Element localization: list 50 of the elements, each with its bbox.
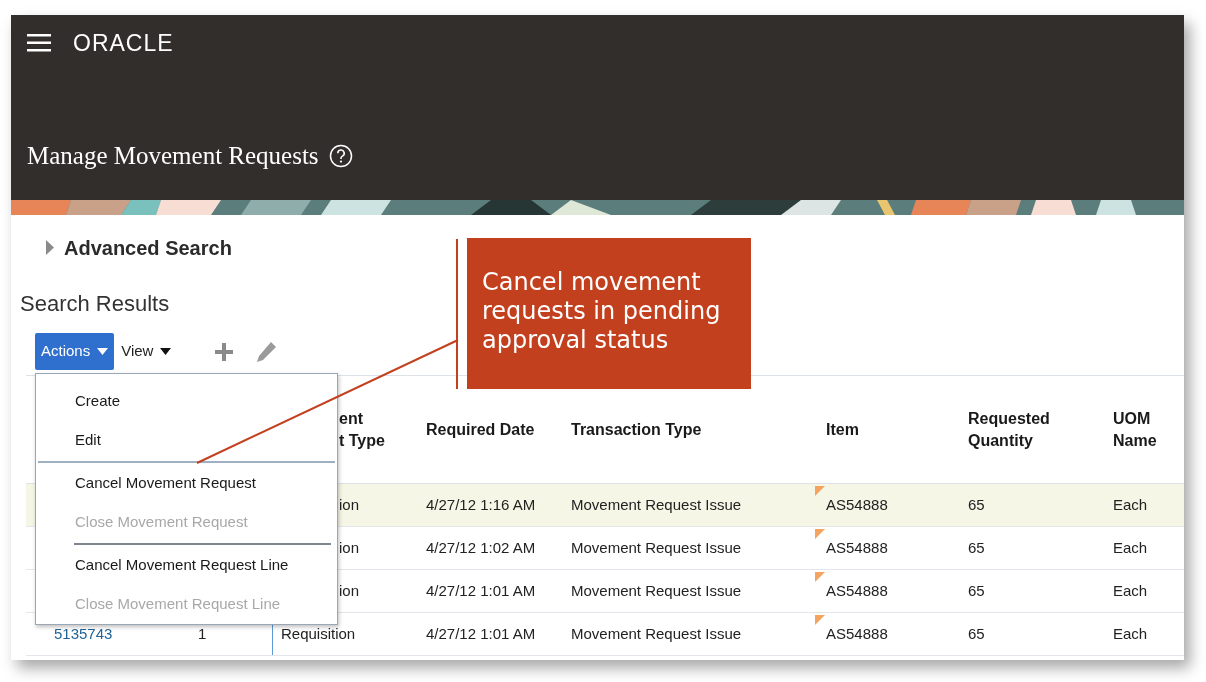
- actions-button[interactable]: Actions: [35, 333, 115, 370]
- column-header[interactable]: ent t Type: [339, 407, 385, 452]
- column-header[interactable]: Transaction Type: [571, 418, 702, 441]
- table-cell-text: 4/27/12 1:01 AM: [426, 623, 536, 644]
- table-cell-text: 4/27/12 1:02 AM: [426, 537, 536, 558]
- table-row[interactable]: 5135743 1 Requisition 4/27/12 1:01 AM Movement Request Issue AS54888 65 Each: [26, 613, 1184, 656]
- menu-item[interactable]: Create: [36, 382, 337, 421]
- section-title[interactable]: Advanced Search: [64, 232, 232, 263]
- table-cell-text: 65: [968, 623, 985, 644]
- table-cell-text: ion: [339, 537, 360, 558]
- table-cell-text: AS54888: [826, 537, 888, 558]
- help-icon[interactable]: [328, 143, 353, 168]
- logo[interactable]: ORACLE: [73, 31, 174, 55]
- table-cell-text: 65: [968, 580, 985, 601]
- section-title: Search Results: [20, 290, 170, 318]
- menu-icon[interactable]: [27, 34, 51, 52]
- column-header[interactable]: Item: [826, 418, 859, 441]
- caret-icon: [160, 348, 172, 355]
- column-header[interactable]: Requested Quantity: [968, 407, 1105, 452]
- page-title: Manage Movement Requests: [27, 143, 319, 168]
- table-cell-text: ion: [339, 580, 360, 601]
- table-cell-text: Each: [1113, 580, 1148, 601]
- table-cell-text: 65: [968, 537, 985, 558]
- table-cell-text: 65: [968, 494, 985, 515]
- table-cell-text: Each: [1113, 494, 1148, 515]
- table-cell-text: Each: [1113, 537, 1148, 558]
- table-cell-text: Movement Request Issue: [571, 494, 742, 515]
- table-cell-text: Movement Request Issue: [571, 537, 742, 558]
- add-icon[interactable]: [215, 342, 234, 361]
- table-cell-text: AS54888: [826, 580, 888, 601]
- table-cell-text: Requisition: [281, 623, 356, 644]
- expand-triangle-icon[interactable]: [45, 240, 54, 255]
- caret-icon: [97, 348, 109, 355]
- menu-item: Close Movement Request Line: [74, 594, 282, 615]
- edit-icon[interactable]: [255, 340, 278, 363]
- column-header[interactable]: UOM Name: [1113, 407, 1184, 452]
- callout-text: Cancel movement requests in pending approval status: [467, 238, 751, 389]
- table-cell-text: Movement Request Issue: [571, 623, 742, 644]
- table-cell-text: 4/27/12 1:16 AM: [426, 494, 536, 515]
- view-button[interactable]: View: [114, 333, 176, 370]
- table-cell-text: Movement Request Issue: [571, 580, 742, 601]
- request-link[interactable]: 5135743: [54, 622, 113, 646]
- menu-item[interactable]: Edit: [36, 421, 337, 460]
- table-cell-text: 4/27/12 1:01 AM: [426, 580, 536, 601]
- table-cell-text: 1: [198, 623, 207, 644]
- table-cell-text: AS54888: [826, 494, 888, 515]
- table-cell-text: AS54888: [826, 623, 888, 644]
- table-cell-text: Each: [1113, 623, 1148, 644]
- column-header[interactable]: Required Date: [426, 418, 535, 441]
- table-cell-text: ion: [339, 494, 360, 515]
